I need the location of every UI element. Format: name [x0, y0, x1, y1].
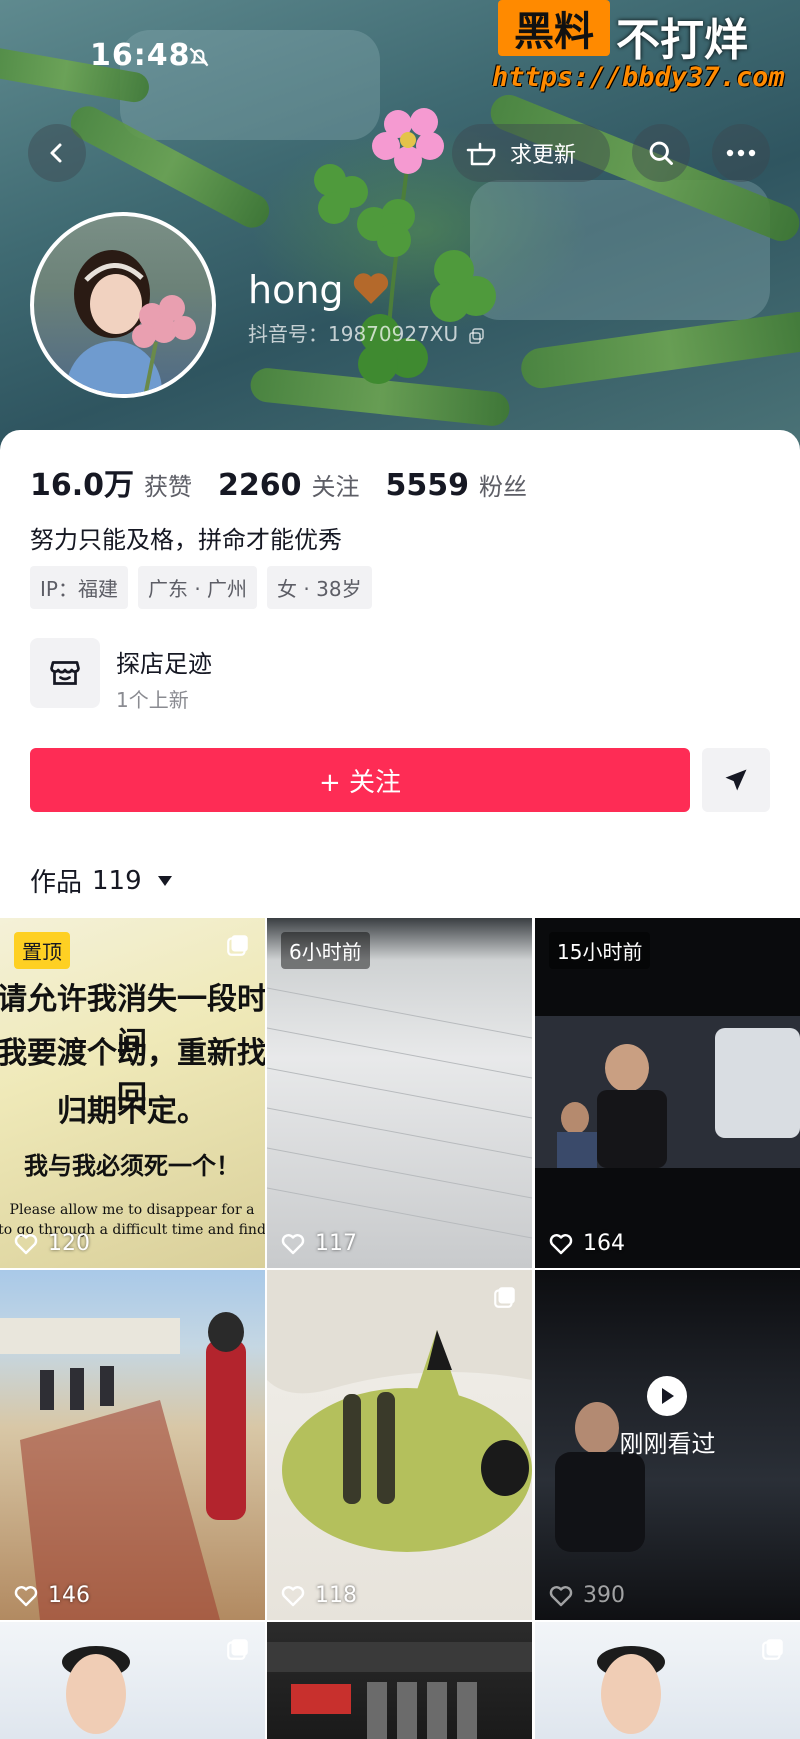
tile-likes: 146: [14, 1583, 90, 1608]
stat-following[interactable]: 2260 关注: [218, 467, 360, 503]
just-viewed-label: 刚刚看过: [619, 1430, 716, 1458]
tile-caption-line: 我与我必须死一个！: [24, 1151, 240, 1180]
avatar[interactable]: [30, 212, 216, 398]
plush-toy-photo: [267, 1270, 532, 1552]
works-count: 119: [92, 865, 142, 896]
store-icon: [50, 661, 80, 685]
tag-location: 广东 · 广州: [137, 566, 258, 609]
heart-outline-icon: [549, 1233, 573, 1254]
douyin-id-text: 抖音号：19870927XU: [248, 322, 459, 346]
stat-following-label: 关注: [311, 473, 360, 501]
wall-photo: [267, 987, 532, 1239]
tile-likes-count: 390: [583, 1583, 625, 1608]
video-tile[interactable]: 请允许我消失一段时间 我要渡个劫，重新找回 归期不定。 我与我必须死一个！ Pl…: [0, 918, 265, 1268]
tile-caption-line: 归期不定。: [57, 1094, 207, 1129]
time-badge: 6小时前: [281, 932, 370, 969]
tile-likes-count: 120: [48, 1231, 90, 1256]
stat-likes-label: 获赞: [144, 473, 193, 501]
more-button[interactable]: [712, 124, 770, 182]
shop-title[interactable]: 探店足迹: [116, 644, 212, 679]
shop-front-photo: [267, 1642, 532, 1739]
multi-image-icon: [227, 1639, 248, 1660]
heart-outline-icon: [14, 1585, 38, 1606]
multi-image-icon: [494, 1287, 515, 1308]
profile-bio: 努力只能及格，拼命才能优秀: [30, 526, 342, 554]
tile-caption-line: Please allow me to disappear for a: [9, 1202, 255, 1218]
tag-ip: IP：福建: [30, 566, 128, 609]
stat-likes-value: 16.0万: [30, 468, 135, 503]
stat-followers-label: 粉丝: [479, 473, 528, 501]
watermark-url: https://bbdy37.com: [492, 62, 785, 93]
video-tile[interactable]: [267, 1622, 532, 1739]
tile-likes-count: 146: [48, 1583, 90, 1608]
video-tile[interactable]: 118: [267, 1270, 532, 1620]
search-button[interactable]: [632, 124, 690, 182]
heart-icon: [353, 273, 389, 304]
shop-entry-icon[interactable]: [30, 638, 100, 708]
status-time: 16:48: [90, 38, 191, 73]
request-update-button[interactable]: 求更新: [452, 124, 610, 182]
multi-image-icon: [227, 935, 248, 956]
follow-button[interactable]: + 关注: [30, 748, 690, 812]
back-button[interactable]: [28, 124, 86, 182]
tile-likes: 118: [281, 1583, 357, 1608]
tab-works[interactable]: 作品 119: [30, 862, 172, 899]
video-tile[interactable]: [535, 1622, 800, 1739]
multi-image-icon: [762, 1639, 783, 1660]
request-update-label: 求更新: [510, 143, 577, 168]
caret-down-icon: [157, 875, 172, 886]
watermark-brand: 黑料: [498, 0, 610, 56]
send-icon: [725, 769, 747, 791]
nickname: hong: [248, 268, 344, 312]
video-tile[interactable]: 刚刚看过 390: [535, 1270, 800, 1620]
tile-likes-count: 164: [583, 1231, 625, 1256]
mute-bell-icon: [189, 47, 209, 67]
heart-outline-icon: [549, 1585, 573, 1606]
tile-likes: 117: [281, 1231, 357, 1256]
shop-subtitle: 1个上新: [116, 688, 189, 712]
copy-icon[interactable]: [468, 327, 485, 344]
search-icon: [649, 141, 673, 165]
profile-tags: IP：福建 广东 · 广州 女 · 38岁: [30, 566, 372, 609]
share-button[interactable]: [702, 748, 770, 812]
play-icon: [662, 1388, 674, 1404]
heart-outline-icon: [281, 1233, 305, 1254]
more-dots-icon: [726, 149, 756, 157]
tag-gender-age: 女 · 38岁: [267, 566, 372, 609]
tile-likes-count: 118: [315, 1583, 357, 1608]
douyin-id[interactable]: 抖音号：19870927XU: [248, 318, 485, 347]
heart-outline-icon: [281, 1585, 305, 1606]
tile-likes: 164: [549, 1231, 625, 1256]
video-tile[interactable]: 6小时前 117: [267, 918, 532, 1268]
chevron-left-icon: [50, 143, 62, 163]
avatar-girl-image: [66, 250, 196, 394]
stat-likes[interactable]: 16.0万 获赞: [30, 460, 192, 504]
tile-likes: 390: [549, 1583, 625, 1608]
time-badge: 15小时前: [549, 932, 651, 969]
stat-followers[interactable]: 5559 粉丝: [386, 467, 528, 503]
video-tile[interactable]: 15小时前 164: [535, 918, 800, 1268]
pointing-hand-icon: [466, 142, 496, 166]
pinned-badge: 置顶: [14, 932, 70, 969]
works-label: 作品: [30, 868, 83, 898]
heart-outline-icon: [14, 1233, 38, 1254]
video-tile[interactable]: 146: [0, 1270, 265, 1620]
stat-following-value: 2260: [218, 468, 302, 503]
tile-likes-count: 117: [315, 1231, 357, 1256]
video-tile[interactable]: [0, 1622, 265, 1739]
profile-stats: 16.0万 获赞 2260 关注 5559 粉丝: [30, 460, 527, 504]
stat-followers-value: 5559: [385, 468, 470, 503]
play-button[interactable]: [647, 1376, 687, 1416]
watermark-slogan: 不打烊: [616, 15, 748, 66]
profile-banner: 16:48 黑料 不打烊 https://bbdy37.com 求更新 hong…: [0, 0, 800, 450]
tile-likes: 120: [14, 1231, 90, 1256]
street-photo: [535, 1016, 800, 1168]
sports-field-photo: [0, 1312, 246, 1620]
